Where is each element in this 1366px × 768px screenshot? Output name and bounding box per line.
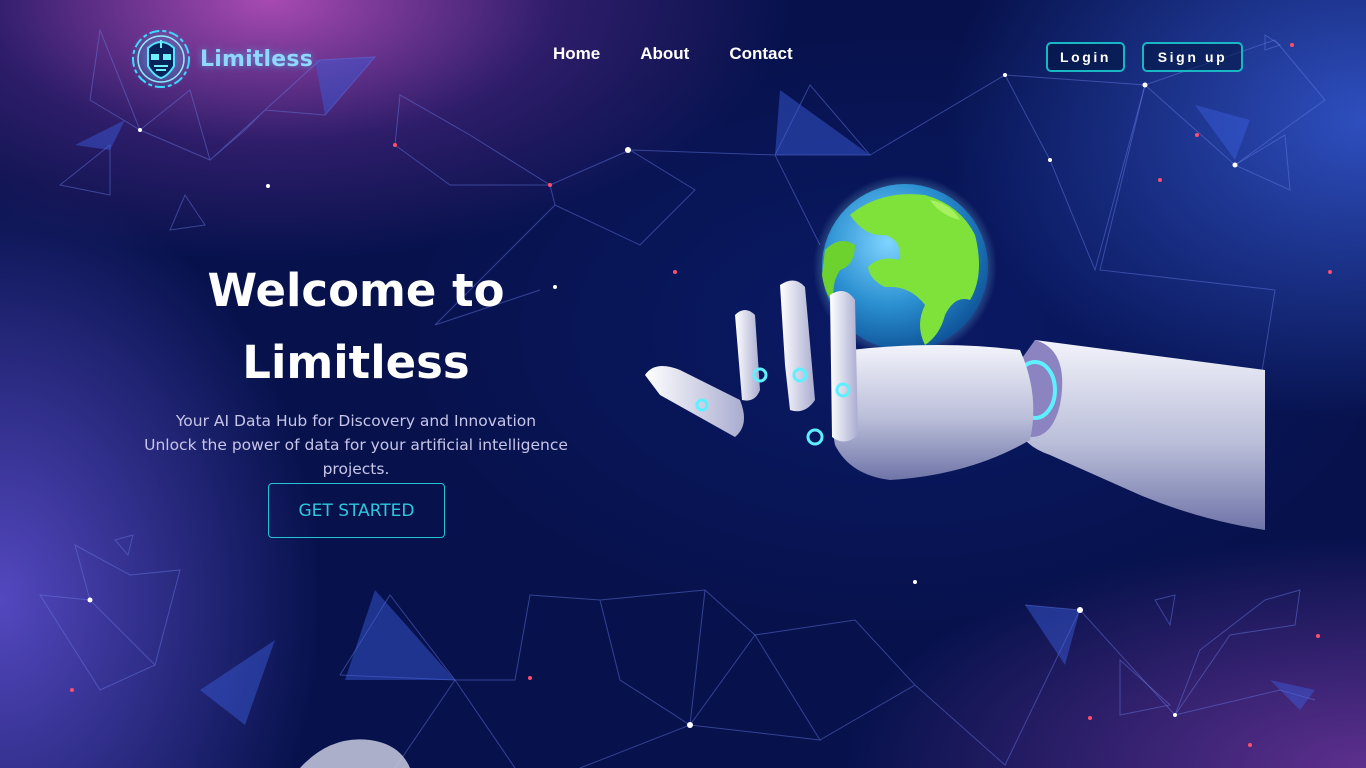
brand-logo-link[interactable]: Limitless — [128, 26, 313, 92]
hero-title-line1: Welcome to — [207, 264, 505, 317]
hero-section: Welcome to Limitless Your AI Data Hub fo… — [120, 255, 592, 481]
nav-contact-link[interactable]: Contact — [729, 44, 792, 64]
nav-about-link[interactable]: About — [640, 44, 689, 64]
main-nav: Home About Contact — [553, 44, 793, 64]
bottom-decor — [300, 739, 410, 768]
robot-hand-earth-illustration — [645, 175, 1265, 530]
brand-name: Limitless — [200, 46, 313, 72]
hero-subtitle: Your AI Data Hub for Discovery and Innov… — [175, 412, 537, 430]
hero-description: Unlock the power of data for your artifi… — [144, 436, 568, 478]
nav-home-link[interactable]: Home — [553, 44, 600, 64]
robot-head-icon — [129, 27, 193, 91]
signup-button[interactable]: Sign up — [1142, 42, 1243, 72]
login-button[interactable]: Login — [1046, 42, 1125, 72]
hero-title-line2: Limitless — [242, 336, 470, 389]
hero-title: Welcome to Limitless — [120, 255, 592, 399]
get-started-button[interactable]: GET STARTED — [268, 483, 445, 538]
